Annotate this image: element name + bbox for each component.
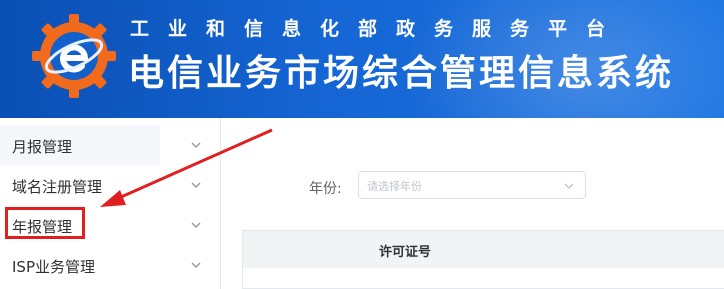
chevron-down-icon (191, 222, 201, 228)
sidebar-item-isp-business[interactable]: ISP业务管理 (0, 245, 220, 285)
sidebar-item-label: 域名注册管理 (12, 178, 103, 196)
header-title: 电信业务市场综合管理信息系统 (128, 53, 675, 94)
table-header: 许可证号 (243, 231, 724, 268)
sidebar-item-label: ISP业务管理 (12, 258, 95, 276)
data-table: 许可证号 (242, 230, 724, 289)
sidebar-item-domain-registration[interactable]: 域名注册管理 (0, 165, 220, 205)
logo-icon (32, 14, 116, 98)
column-header-license-number: 许可证号 (379, 245, 432, 260)
chevron-down-icon (191, 142, 201, 148)
sidebar: 月报管理 域名注册管理 年报管理 ISP业务管理 (0, 118, 221, 289)
chevron-down-icon (191, 262, 201, 268)
sidebar-item-monthly-report[interactable]: 月报管理 (0, 125, 201, 165)
chevron-down-icon (191, 182, 201, 188)
year-label: 年份: (309, 181, 342, 197)
year-select-placeholder: 请选择年份 (367, 180, 422, 193)
highlight-box (5, 207, 85, 239)
header-banner: 工业和信息化部政务服务平台 电信业务市场综合管理信息系统 (0, 0, 724, 118)
year-select[interactable]: 请选择年份 (358, 171, 586, 199)
header-subtitle: 工业和信息化部政务服务平台 (130, 18, 625, 40)
chevron-down-icon (564, 183, 574, 189)
sidebar-item-label: 月报管理 (12, 138, 73, 156)
